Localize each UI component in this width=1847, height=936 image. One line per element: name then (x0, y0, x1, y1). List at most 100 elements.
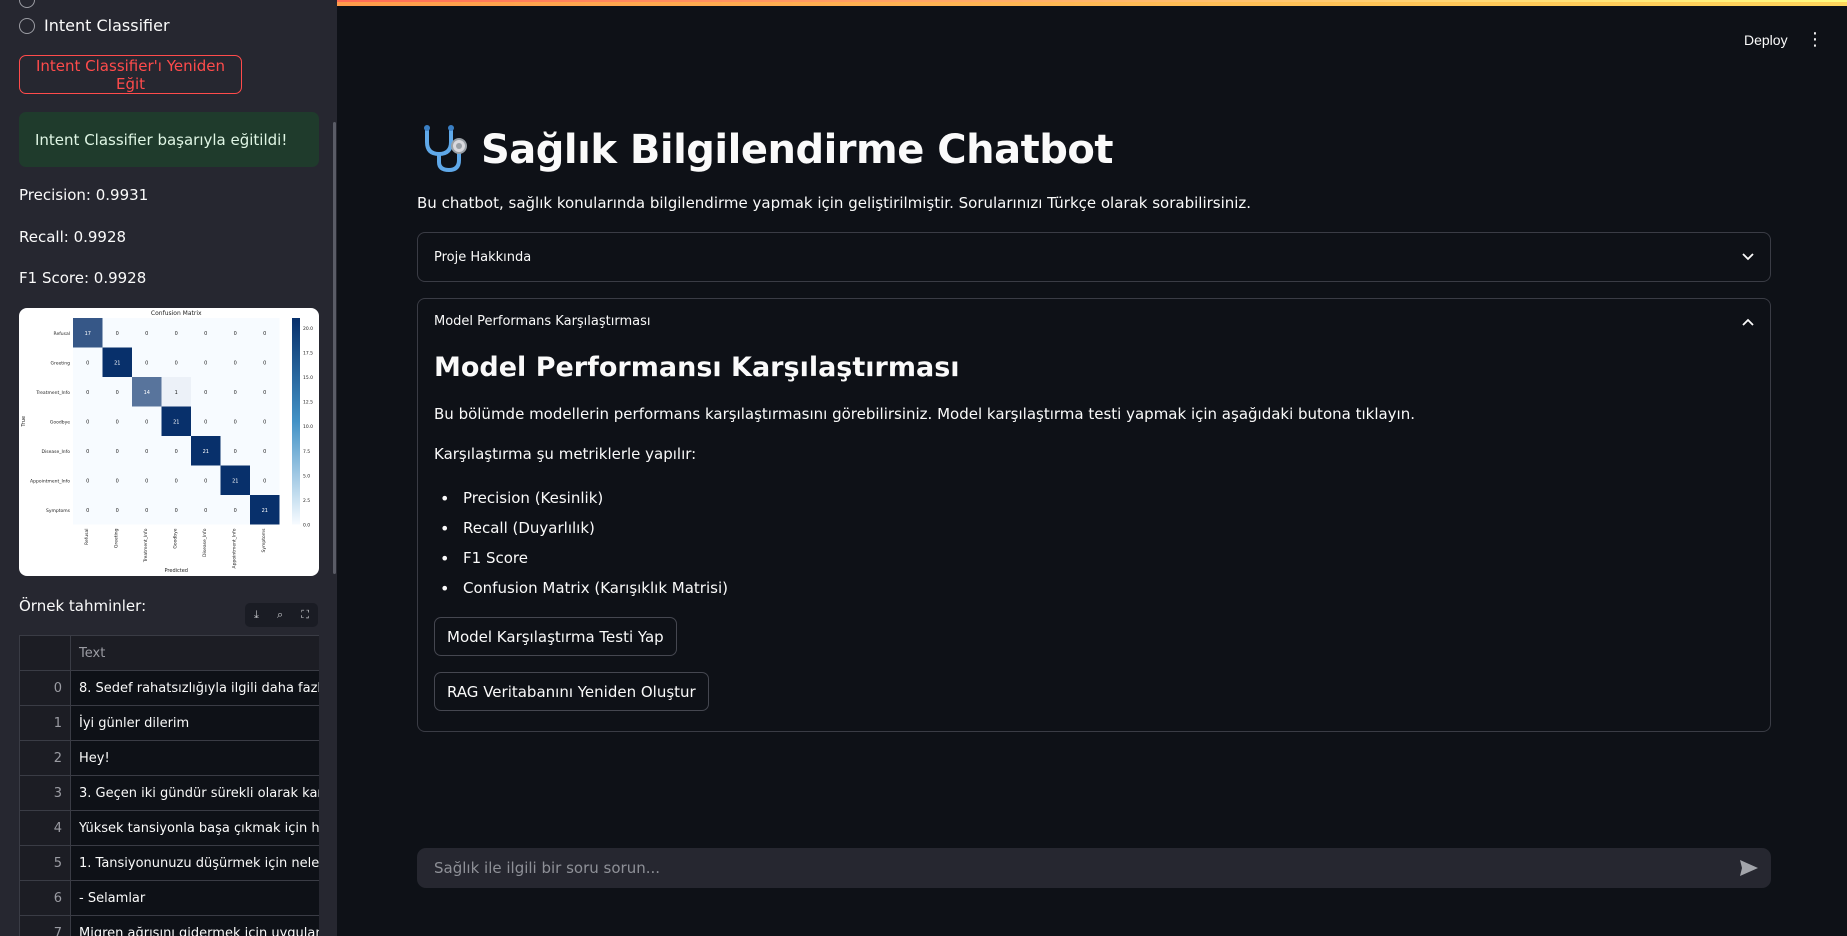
confusion-matrix-chart: Confusion Matrix 17 0 0 0 0 0 0 Refusal 0 21 0 0 0 0 0 G… (21, 310, 313, 574)
cm-cell-value: 0 (116, 390, 119, 396)
column-header-text[interactable]: Text (71, 636, 319, 670)
table-row[interactable]: 4Yüksek tansiyonla başa çıkmak için hang… (20, 811, 319, 846)
cm-colorbar-tick: 15.0 (303, 375, 313, 381)
cm-cell-value: 21 (232, 478, 238, 484)
cm-cell-value: 0 (86, 360, 89, 366)
f1-metric: F1 Score: 0.9928 (19, 269, 147, 287)
cm-cell-value: 0 (145, 331, 148, 337)
cm-x-tick-label: Refusal (84, 529, 90, 545)
cm-title: Confusion Matrix (151, 310, 202, 317)
row-text[interactable]: Migren ağrısını gidermek için uygulanan … (71, 916, 319, 936)
radio-option-intent-classifier[interactable]: Intent Classifier (19, 16, 170, 35)
cm-y-tick-label: Goodbye (50, 419, 70, 425)
radio-circle-icon[interactable] (19, 17, 35, 34)
retrain-intent-classifier-button[interactable]: Intent Classifier'ı Yeniden Eğit (19, 55, 242, 94)
expander-header[interactable]: Model Performans Karşılaştırması (418, 299, 1770, 344)
success-alert: Intent Classifier başarıyla eğitildi! (19, 112, 319, 167)
cm-colorbar-tick: 10.0 (303, 424, 313, 430)
cm-y-tick-label: Disease_Info (42, 449, 71, 455)
cm-x-tick-label: Greeting (113, 528, 119, 548)
cm-cell-value: 0 (116, 419, 119, 425)
expander-header[interactable]: Proje Hakkında (418, 233, 1770, 281)
table-row[interactable]: 33. Geçen iki gündür sürekli olarak karı… (20, 776, 319, 811)
cm-cell-value: 0 (263, 331, 266, 337)
cm-cell-value: 0 (86, 419, 89, 425)
cm-x-tick-label: Disease_Info (202, 528, 208, 557)
download-icon[interactable]: ⤓ (254, 608, 259, 622)
cm-colorbar-tick: 5.0 (303, 473, 310, 479)
radio-option-partial[interactable] (19, 0, 35, 8)
cm-cell-value: 0 (86, 478, 89, 484)
row-text[interactable]: Hey! (71, 741, 319, 775)
cm-cell-value: 0 (204, 508, 207, 514)
cm-cell-value: 0 (145, 419, 148, 425)
cm-x-tick-label: Goodbye (172, 528, 178, 548)
row-index: 7 (20, 916, 71, 936)
cm-cell-value: 0 (234, 508, 237, 514)
cm-cell-value: 0 (263, 478, 266, 484)
expander-label: Model Performans Karşılaştırması (434, 314, 651, 329)
cm-cell-value: 0 (145, 449, 148, 455)
fullscreen-icon[interactable]: ⛶ (301, 608, 309, 622)
table-row[interactable]: 0 8. Sedef rahatsızlığıyla ilgili daha fa… (20, 671, 319, 706)
cm-cell-value: 0 (204, 478, 207, 484)
chevron-down-icon (1742, 249, 1754, 265)
cm-cell-value: 0 (234, 419, 237, 425)
cm-cell-value: 0 (86, 508, 89, 514)
metrics-list: Precision (Kesinlik) Recall (Duyarlılık)… (434, 483, 1754, 603)
row-index: 1 (20, 706, 71, 740)
kebab-menu-icon[interactable]: ⋮ (1806, 30, 1824, 50)
radio-label: Intent Classifier (44, 16, 170, 35)
table-row[interactable]: 51. Tansiyonunuzu düşürmek için neler ya… (20, 846, 319, 881)
cm-cell-value: 21 (173, 419, 179, 425)
cm-cell-value: 17 (85, 331, 91, 337)
page-title: Sağlık Bilgilendirme Chatbot (481, 127, 1113, 173)
table-row[interactable]: 2 Hey! (20, 741, 319, 776)
table-row[interactable]: 6- Selamlar (20, 881, 319, 916)
chat-placeholder: Sağlık ile ilgili bir soru sorun... (434, 859, 661, 877)
deploy-button[interactable]: Deploy (1744, 32, 1788, 48)
list-item: F1 Score (434, 543, 1754, 573)
table-row[interactable]: 7Migren ağrısını gidermek için uygulanan… (20, 916, 319, 936)
expander-about-project[interactable]: Proje Hakkında (417, 232, 1771, 282)
cm-cell-value: 0 (116, 478, 119, 484)
cm-ylabel: True (21, 416, 27, 428)
cm-cell-value: 0 (234, 449, 237, 455)
row-text[interactable]: 8. Sedef rahatsızlığıyla ilgili daha faz… (71, 671, 319, 705)
cm-cell-value: 0 (204, 360, 207, 366)
cm-x-tick-label: Appointment_Info (231, 528, 237, 568)
precision-metric: Precision: 0.9931 (19, 186, 149, 204)
row-index: 2 (20, 741, 71, 775)
cm-cell-value: 0 (116, 508, 119, 514)
cm-y-tick-label: Treatment_Info (35, 390, 70, 396)
cm-colorbar-tick: 17.5 (303, 350, 313, 356)
chat-input[interactable]: Sağlık ile ilgili bir soru sorun... (417, 848, 1771, 888)
row-index: 4 (20, 811, 71, 845)
rebuild-rag-button[interactable]: RAG Veritabanını Yeniden Oluştur (434, 672, 709, 711)
cm-cell-value: 0 (204, 331, 207, 337)
row-text[interactable]: Yüksek tansiyonla başa çıkmak için hangi (71, 811, 319, 845)
send-icon[interactable] (1738, 857, 1760, 879)
list-item: Precision (Kesinlik) (434, 483, 1754, 513)
section-heading: Model Performansı Karşılaştırması (434, 352, 960, 383)
row-text[interactable]: - Selamlar (71, 881, 319, 915)
cm-cell-value: 0 (234, 331, 237, 337)
row-text[interactable]: 1. Tansiyonunuzu düşürmek için neler yap… (71, 846, 319, 880)
cm-cell-value: 0 (175, 478, 178, 484)
cm-cell-value: 0 (145, 478, 148, 484)
cm-y-tick-label: Greeting (51, 360, 71, 366)
stethoscope-icon (417, 122, 469, 178)
table-row[interactable]: 1 İyi günler dilerim (20, 706, 319, 741)
sidebar-scrollbar[interactable] (333, 122, 336, 574)
search-icon[interactable]: ⌕ (277, 608, 283, 622)
cm-cell-value: 0 (234, 360, 237, 366)
cm-y-tick-label: Appointment_Info (30, 478, 70, 484)
row-text[interactable]: İyi günler dilerim (71, 706, 319, 740)
model-comparison-button[interactable]: Model Karşılaştırma Testi Yap (434, 617, 677, 656)
cm-cell-value: 21 (262, 508, 268, 514)
row-text[interactable]: 3. Geçen iki gündür sürekli olarak karın… (71, 776, 319, 810)
cm-colorbar-tick: 0.0 (303, 523, 310, 529)
expander-model-performance[interactable]: Model Performans Karşılaştırması Model P… (417, 298, 1771, 732)
cm-cell-value: 1 (175, 390, 178, 396)
row-index: 5 (20, 846, 71, 880)
